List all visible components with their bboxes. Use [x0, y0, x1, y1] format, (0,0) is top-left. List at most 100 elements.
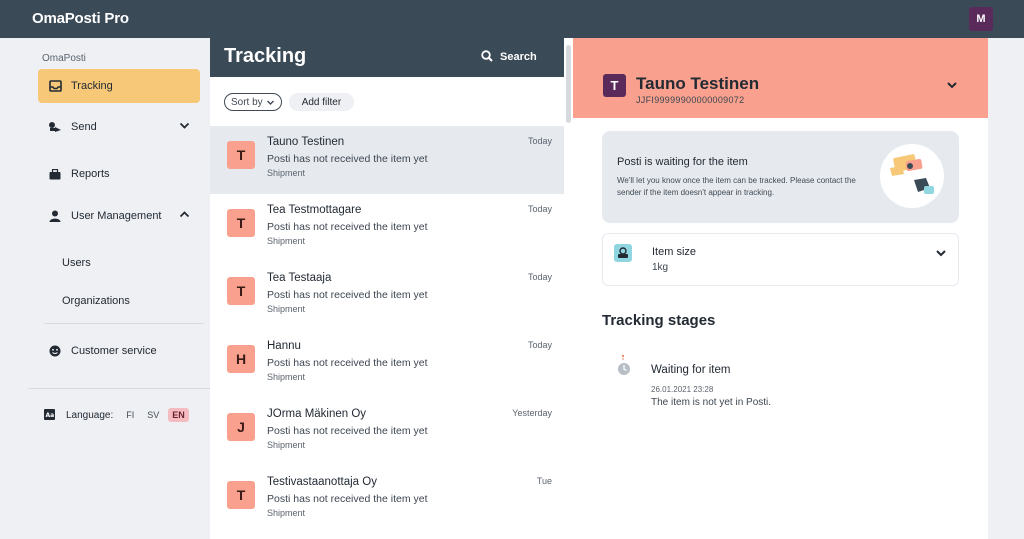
- recipient-avatar: H: [227, 345, 255, 373]
- inbox-icon: [47, 78, 63, 94]
- right-gutter: [988, 38, 1024, 539]
- shipment-row[interactable]: T Testivastaanottaja Oy Posti has not re…: [210, 466, 564, 534]
- language-label: Language:: [66, 409, 114, 421]
- recipient-avatar: T: [227, 277, 255, 305]
- item-size-value: 1kg: [652, 262, 669, 273]
- sidebar-divider: [28, 388, 210, 389]
- brand-logo[interactable]: OmaPosti Pro: [32, 10, 129, 27]
- tracking-stages-heading: Tracking stages: [602, 312, 716, 329]
- search-button-label: Search: [500, 50, 537, 63]
- shipment-row[interactable]: J JOrma Mäkinen Oy Posti has not receive…: [210, 398, 564, 466]
- shipment-type: Shipment: [267, 440, 306, 450]
- shipment-status: Posti has not received the item yet: [267, 153, 428, 165]
- sidebar-item-user-management[interactable]: User Management: [38, 199, 200, 233]
- svg-text:Aa: Aa: [46, 412, 55, 419]
- search-button[interactable]: Search: [481, 50, 537, 63]
- smiley-icon: [47, 343, 63, 359]
- shipment-date: Today: [527, 340, 552, 350]
- sidebar-item-label: User Management: [71, 210, 162, 222]
- shipment-date: Today: [527, 204, 552, 214]
- tracking-list-header: Tracking Search: [210, 38, 564, 77]
- add-filter-button[interactable]: Add filter: [288, 93, 355, 111]
- sidebar-section-label: OmaPosti: [42, 53, 86, 64]
- search-icon: [481, 50, 494, 63]
- shipment-row[interactable]: T Tea Testaaja Posti has not received th…: [210, 262, 564, 330]
- language-option-fi[interactable]: FI: [126, 410, 134, 420]
- language-option-sv[interactable]: SV: [147, 410, 159, 420]
- sidebar-item-tracking[interactable]: Tracking: [38, 69, 200, 103]
- sidebar-item-label: Customer service: [71, 345, 157, 357]
- recipient-name: Tea Testmottagare: [267, 204, 362, 216]
- recipient-name: JOrma Mäkinen Oy: [267, 408, 367, 420]
- sidebar-subitem-organizations[interactable]: Organizations: [62, 295, 130, 307]
- item-size-card[interactable]: Item size 1kg: [602, 233, 959, 286]
- sidebar-item-customer-service[interactable]: Customer service: [38, 334, 200, 368]
- shipment-date: Tue: [536, 476, 552, 486]
- recipient-avatar: T: [227, 141, 255, 169]
- shipment-detail-panel: T Tauno Testinen JJFI99999900000009072 P…: [573, 38, 988, 539]
- recipient-name: Testivastaanottaja Oy: [267, 476, 377, 488]
- shipment-type: Shipment: [267, 168, 306, 178]
- shipment-status: Posti has not received the item yet: [267, 493, 428, 505]
- sidebar-item-label: Tracking: [71, 80, 113, 92]
- clock-icon: [617, 354, 631, 378]
- language-icon: Aa: [44, 409, 56, 421]
- briefcase-icon: [47, 166, 63, 182]
- waiting-info-card: Posti is waiting for the item We'll let …: [602, 131, 959, 223]
- shipment-row[interactable]: T Tea Testmottagare Posti has not receiv…: [210, 194, 564, 262]
- chevron-down-icon[interactable]: [935, 246, 947, 258]
- shipment-date: Yesterday: [512, 408, 552, 418]
- shipment-type: Shipment: [267, 304, 306, 314]
- language-selector: Aa Language: FI SV EN: [44, 408, 189, 422]
- shipment-detail-header: T Tauno Testinen JJFI99999900000009072: [573, 38, 988, 118]
- stage-timestamp: 26.01.2021 23:28: [651, 385, 714, 394]
- item-size-label: Item size: [652, 246, 697, 258]
- shipment-type: Shipment: [267, 508, 306, 518]
- scale-icon: [614, 244, 632, 262]
- sort-by-label: Sort by: [231, 96, 263, 108]
- recipient-name: Hannu: [267, 340, 301, 352]
- sidebar-subitem-users[interactable]: Users: [62, 257, 91, 269]
- stage-description: The item is not yet in Posti.: [651, 397, 772, 408]
- chevron-up-icon[interactable]: [179, 209, 190, 223]
- shipment-status: Posti has not received the item yet: [267, 289, 428, 301]
- shipment-row[interactable]: H Hannu Posti has not received the item …: [210, 330, 564, 398]
- sidebar: OmaPosti Tracking Send Reports User Mana…: [0, 38, 210, 539]
- sidebar-divider: [44, 323, 204, 324]
- sidebar-item-reports[interactable]: Reports: [38, 157, 200, 191]
- shipment-type: Shipment: [267, 372, 306, 382]
- sidebar-item-label: Reports: [71, 168, 110, 180]
- shipment-type: Shipment: [267, 236, 306, 246]
- waiting-description: We'll let you know once the item can be …: [617, 176, 856, 197]
- recipient-name: Tea Testaaja: [267, 272, 332, 284]
- chevron-down-icon[interactable]: [946, 78, 958, 90]
- user-avatar-button[interactable]: M: [969, 7, 993, 31]
- shipment-date: Today: [527, 272, 552, 282]
- sidebar-item-send[interactable]: Send: [38, 110, 200, 144]
- recipient-avatar: T: [227, 209, 255, 237]
- sidebar-item-label: Send: [71, 121, 97, 133]
- list-scrollbar-thumb[interactable]: [566, 45, 571, 123]
- stage-name: Waiting for item: [651, 364, 731, 376]
- tracking-code: JJFI99999900000009072: [636, 95, 745, 105]
- chevron-down-icon[interactable]: [179, 120, 190, 134]
- send-icon: [47, 119, 63, 135]
- chevron-down-icon: [266, 98, 275, 107]
- user-icon: [47, 208, 63, 224]
- waiting-title: Posti is waiting for the item: [617, 156, 748, 168]
- recipient-avatar: T: [603, 74, 626, 97]
- recipient-avatar: T: [227, 481, 255, 509]
- shipment-row[interactable]: T Tauno Testinen Posti has not received …: [210, 126, 564, 194]
- tracking-list-panel: Tracking Search Sort by Add filter T Tau…: [210, 38, 564, 539]
- page-title: Tracking: [224, 45, 307, 67]
- recipient-name: Tauno Testinen: [636, 74, 760, 93]
- language-option-en[interactable]: EN: [168, 408, 189, 422]
- recipient-name: Tauno Testinen: [267, 136, 345, 148]
- filter-bar: Sort by Add filter: [224, 93, 355, 111]
- recipient-avatar: J: [227, 413, 255, 441]
- package-handoff-illustration: [880, 144, 944, 208]
- shipment-status: Posti has not received the item yet: [267, 221, 428, 233]
- shipment-status: Posti has not received the item yet: [267, 357, 428, 369]
- shipment-date: Today: [527, 136, 552, 146]
- sort-by-dropdown[interactable]: Sort by: [224, 93, 282, 111]
